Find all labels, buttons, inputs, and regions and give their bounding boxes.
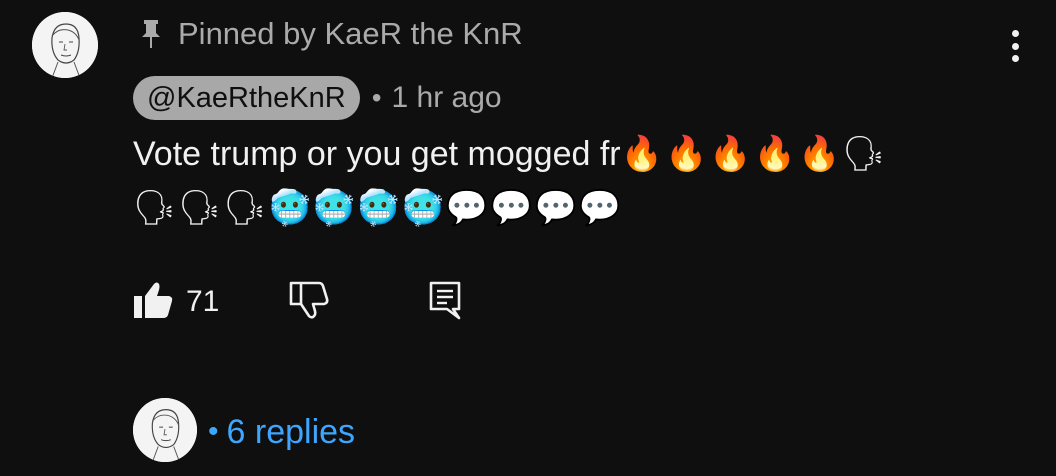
separator-dot: • [371, 82, 382, 113]
thumbs-down-outline-icon [289, 281, 329, 319]
like-count: 71 [186, 285, 220, 318]
view-replies-button[interactable]: • 6 replies [208, 410, 355, 454]
reply-button[interactable] [428, 280, 464, 322]
comment-reply-icon [429, 281, 461, 320]
comment-text-line-2: 🗣🗣🗣🥶🥶🥶🥶💬💬💬💬 [133, 184, 623, 232]
reply-avatar [133, 398, 197, 462]
pinned-indicator: Pinned by KaeR the KnR [138, 14, 523, 54]
thumbs-up-filled-icon [134, 282, 173, 318]
replies-count-label: 6 replies [226, 412, 356, 451]
comment-timestamp[interactable]: 1 hr ago [392, 81, 502, 115]
avatar-sketch-icon [32, 12, 98, 78]
comment-actions: 71 [132, 278, 532, 324]
author-avatar[interactable] [32, 12, 98, 78]
more-vertical-icon[interactable] [998, 26, 1032, 66]
comment-header: @KaeRtheKnR • 1 hr ago [133, 76, 502, 120]
avatar-sketch-icon [133, 398, 197, 462]
dislike-button[interactable] [288, 280, 330, 320]
separator-dot: • [208, 415, 219, 448]
comment-text-line-1: Vote trump or you get mogged fr🔥🔥🔥🔥🔥🗣 [133, 130, 887, 178]
comment-thread: Pinned by KaeR the KnR @KaeRtheKnR • 1 h… [0, 0, 1056, 476]
comment-text: Vote trump or you get mogged fr [133, 135, 621, 173]
emoji-sequence-2: 🗣🗣🗣🥶🥶🥶🥶💬💬💬💬 [133, 188, 624, 228]
pinned-label: Pinned by KaeR the KnR [178, 16, 523, 51]
pin-icon [138, 19, 164, 49]
emoji-sequence-1: 🔥🔥🔥🔥🔥🗣 [620, 134, 888, 174]
like-button[interactable] [132, 280, 174, 320]
author-handle[interactable]: @KaeRtheKnR [133, 76, 360, 120]
